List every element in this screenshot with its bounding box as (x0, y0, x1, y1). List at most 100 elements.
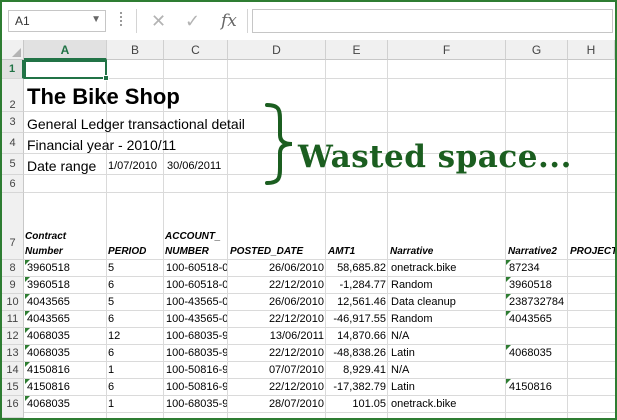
column-header-f[interactable]: F (388, 40, 506, 60)
row-header-10[interactable]: 10 (2, 294, 24, 311)
table-cell-period: 5 (108, 296, 115, 308)
table-cell-account: 100-43565-0 (166, 296, 227, 308)
table-cell-amount: 101.05 (352, 398, 386, 410)
table-cell-narrative: onetrack.bike (391, 262, 457, 274)
table-cell-period: 5 (108, 262, 115, 274)
row-header-5[interactable]: 5 (2, 154, 24, 175)
row-header-11[interactable]: 11 (2, 311, 24, 328)
formula-bar: A1 ▼ ✕ ✓ fx (2, 2, 615, 40)
row-header-7[interactable]: 7 (2, 193, 24, 260)
table-cell-period: 12 (108, 330, 121, 342)
wasted-space-annotation: Wasted space... (298, 139, 572, 175)
spreadsheet-grid: A B C D E F G H 1 2 3 4 5 6 7 8 9 10 11 … (2, 40, 615, 418)
header-narrative2: Narrative2 (508, 246, 557, 257)
table-cell-posted: 07/07/2010 (268, 364, 324, 376)
row-header-8[interactable]: 8 (2, 260, 24, 277)
table-cell-account: 100-68035-9 (166, 398, 227, 410)
table-cell-posted: 26/06/2010 (268, 296, 324, 308)
table-cell-contract: 4068035 (27, 398, 70, 410)
cancel-icon[interactable]: ✕ (151, 9, 166, 33)
row-header-14[interactable]: 14 (2, 362, 24, 379)
table-cell-narrative: Data cleanup (391, 296, 456, 308)
table-cell-period: 1 (108, 398, 115, 410)
table-cell-narrative: Random (391, 313, 433, 325)
date-range-label: Date range (27, 158, 97, 174)
row-header-16[interactable]: 16 (2, 396, 24, 418)
formula-input[interactable] (252, 9, 613, 33)
row-header-6[interactable]: 6 (2, 175, 24, 193)
report-title: The Bike Shop (27, 84, 180, 109)
table-cell-account: 100-68035-9 (166, 347, 227, 359)
table-cell-contract: 4150816 (27, 381, 70, 393)
row-header-12[interactable]: 12 (2, 328, 24, 345)
row-header-9[interactable]: 9 (2, 277, 24, 294)
table-cell-amount: -1,284.77 (339, 279, 386, 291)
gridline (24, 78, 615, 79)
table-cell-contract: 4043565 (27, 296, 70, 308)
row-header-4[interactable]: 4 (2, 133, 24, 154)
table-cell-period: 6 (108, 347, 115, 359)
header-narrative: Narrative (390, 246, 434, 257)
formula-buttons: ✕ ✓ fx (136, 9, 248, 33)
fill-handle[interactable] (103, 75, 109, 81)
table-cell-period: 6 (108, 279, 115, 291)
table-cell-narrative2: 4068035 (509, 347, 552, 359)
table-cell-narrative2: 4043565 (509, 313, 552, 325)
selected-cell-a1[interactable] (24, 60, 109, 81)
table-cell-narrative: Latin (391, 381, 415, 393)
column-header-a[interactable]: A (24, 40, 107, 60)
splitter-handle[interactable] (120, 12, 122, 30)
column-header-c[interactable]: C (164, 40, 228, 60)
date-to: 30/06/2011 (167, 160, 222, 172)
header-posted-date: POSTED_DATE (230, 246, 304, 257)
table-cell-posted: 22/12/2010 (268, 347, 324, 359)
table-cell-narrative: Random (391, 279, 433, 291)
table-cell-narrative2: 3960518 (509, 279, 552, 291)
curly-brace-annotation (265, 103, 293, 185)
function-icon[interactable]: fx (221, 9, 237, 33)
table-cell-contract: 3960518 (27, 279, 70, 291)
table-cell-account: 100-60518-0 (166, 279, 227, 291)
column-header-d[interactable]: D (228, 40, 326, 60)
table-cell-account: 100-68035-9 (166, 330, 227, 342)
name-box[interactable]: A1 ▼ (8, 10, 106, 32)
gridline (24, 344, 615, 345)
row-header-3[interactable]: 3 (2, 112, 24, 133)
header-account-number: ACCOUNT_ NUMBER (165, 231, 221, 257)
column-header-b[interactable]: B (107, 40, 164, 60)
table-cell-period: 6 (108, 313, 115, 325)
gridline (163, 60, 164, 418)
table-cell-posted: 28/07/2010 (268, 398, 324, 410)
row-header-13[interactable]: 13 (2, 345, 24, 362)
table-cell-contract: 3960518 (27, 262, 70, 274)
gridline (24, 412, 615, 413)
gridline (24, 192, 615, 193)
row-header-1[interactable]: 1 (2, 60, 24, 79)
gridline (24, 395, 615, 396)
row-header-2[interactable]: 2 (2, 79, 24, 112)
header-amt1: AMT1 (328, 246, 356, 257)
gridline (505, 60, 506, 418)
column-header-h[interactable]: H (568, 40, 615, 60)
gridline (24, 132, 615, 133)
table-cell-contract: 4150816 (27, 364, 70, 376)
table-cell-narrative: Latin (391, 347, 415, 359)
table-cell-posted: 22/12/2010 (268, 381, 324, 393)
table-cell-contract: 4043565 (27, 313, 70, 325)
table-cell-narrative: N/A (391, 330, 410, 342)
dropdown-icon[interactable]: ▼ (91, 14, 101, 25)
column-header-g[interactable]: G (506, 40, 568, 60)
date-from: 1/07/2010 (108, 160, 157, 172)
select-all-button[interactable] (2, 40, 24, 60)
table-cell-period: 1 (108, 364, 115, 376)
gridline (24, 111, 615, 112)
enter-icon[interactable]: ✓ (185, 9, 200, 33)
column-header-e[interactable]: E (326, 40, 388, 60)
row-header-15[interactable]: 15 (2, 379, 24, 396)
table-cell-amount: -17,382.79 (333, 381, 386, 393)
gridline (24, 310, 615, 311)
gridline (24, 259, 615, 260)
gridline (387, 60, 388, 418)
table-cell-narrative2: 238732784 (509, 296, 565, 308)
gridline (24, 293, 615, 294)
